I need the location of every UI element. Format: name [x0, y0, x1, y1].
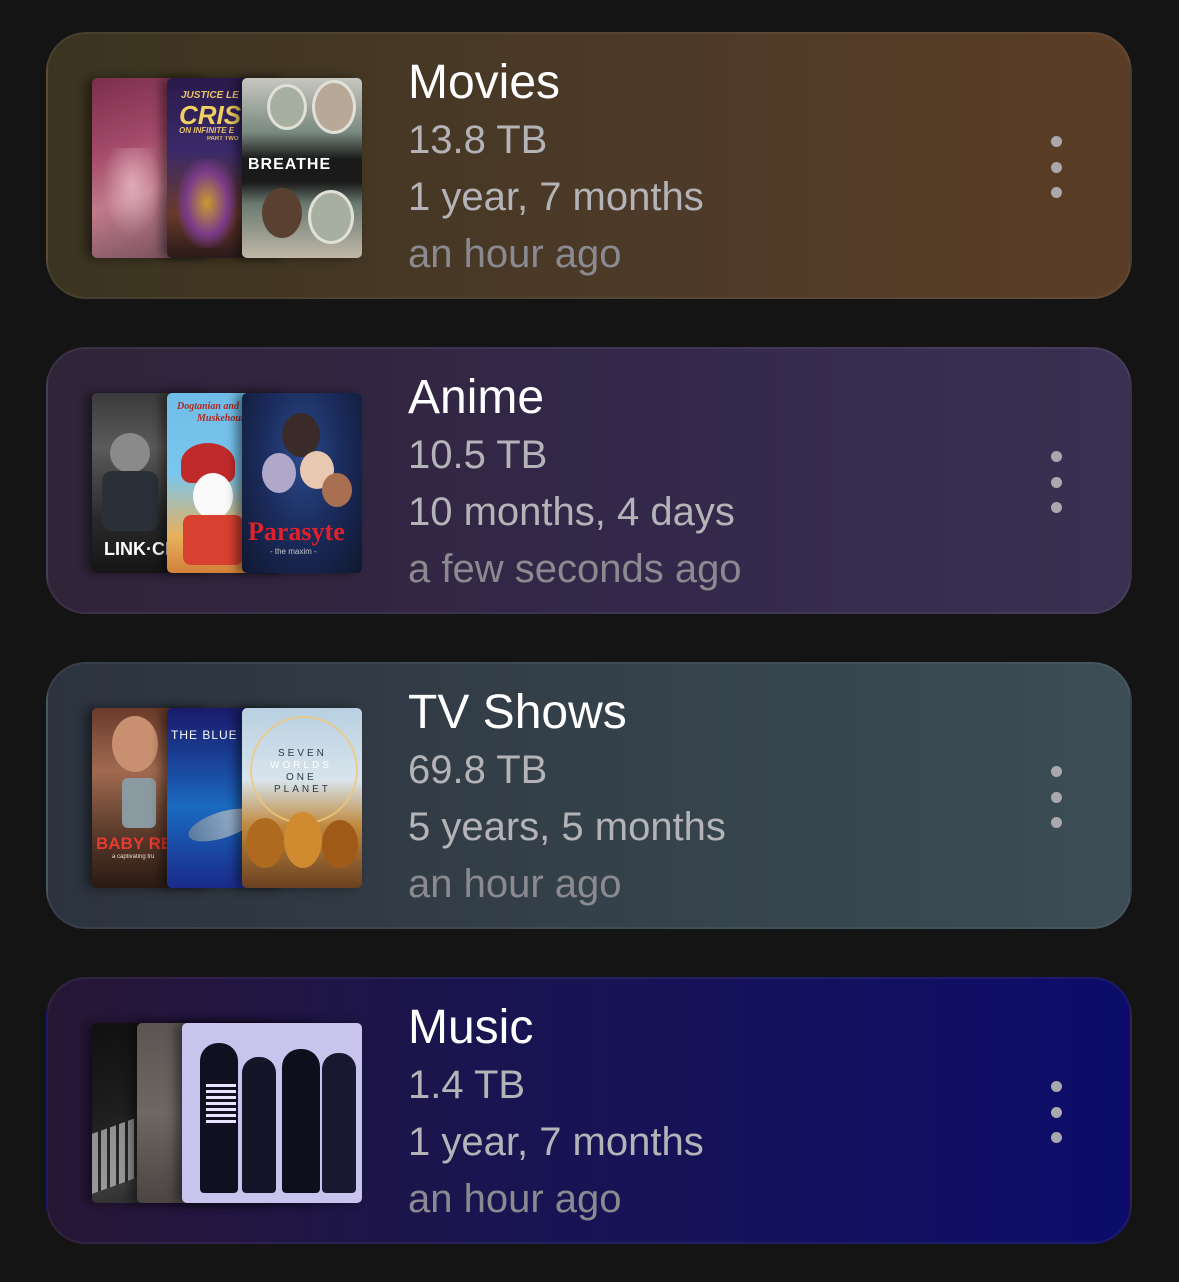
more-vertical-icon[interactable] — [1044, 136, 1068, 198]
library-card-anime[interactable]: LINK·CL Dogtanian and t Muskehoun Parasy… — [46, 347, 1132, 614]
album-art — [182, 1023, 362, 1203]
poster-text: LINK·CL — [104, 539, 176, 559]
library-updated: a few seconds ago — [408, 547, 742, 591]
poster-text: Dogtanian and t — [177, 401, 245, 412]
library-info: Movies 13.8 TB 1 year, 7 months an hour … — [408, 54, 704, 283]
library-updated: an hour ago — [408, 1177, 622, 1221]
library-size: 69.8 TB — [408, 748, 548, 792]
library-size: 10.5 TB — [408, 433, 548, 477]
library-size: 1.4 TB — [408, 1063, 526, 1107]
library-card-tv-shows[interactable]: BABY REIN a captivating tru THE BLUE P S… — [46, 662, 1132, 929]
poster-text: Muskehoun — [197, 413, 247, 424]
more-vertical-icon[interactable] — [1044, 1081, 1068, 1143]
library-info: TV Shows 69.8 TB 5 years, 5 months an ho… — [408, 684, 726, 913]
library-size: 13.8 TB — [408, 118, 548, 162]
library-duration: 1 year, 7 months — [408, 1120, 704, 1164]
poster-image: SEVEN WORLDS ONE PLANET — [242, 708, 362, 888]
poster-text: a captivating tru — [112, 854, 155, 860]
more-vertical-icon[interactable] — [1044, 766, 1068, 828]
poster-stack — [92, 1023, 362, 1203]
poster-image: Parasyte - the maxim - — [242, 393, 362, 573]
library-updated: an hour ago — [408, 232, 622, 276]
poster-text: SEVEN — [278, 748, 327, 759]
library-card-music[interactable]: Music 1.4 TB 1 year, 7 months an hour ag… — [46, 977, 1132, 1244]
poster-image: BREATHE — [242, 78, 362, 258]
poster-text: PART TWO — [207, 136, 239, 142]
library-duration: 10 months, 4 days — [408, 490, 735, 534]
poster-text: ONE — [286, 772, 317, 783]
poster-stack: LINK·CL Dogtanian and t Muskehoun Parasy… — [92, 393, 362, 573]
poster-text: PLANET — [274, 784, 331, 795]
poster-stack: JUSTICE LE CRIS ON INFINITE E PART TWO B… — [92, 78, 362, 258]
poster-text: WORLDS — [270, 760, 332, 771]
library-title: Music — [408, 1001, 534, 1054]
library-title: Movies — [408, 56, 561, 109]
poster-text: - the maxim - — [270, 547, 317, 556]
library-title: TV Shows — [408, 686, 627, 739]
library-info: Anime 10.5 TB 10 months, 4 days a few se… — [408, 369, 742, 598]
library-card-movies[interactable]: JUSTICE LE CRIS ON INFINITE E PART TWO B… — [46, 32, 1132, 299]
poster-text: Parasyte — [248, 517, 345, 546]
poster-text: THE BLUE P — [171, 728, 252, 742]
library-title: Anime — [408, 371, 545, 424]
library-duration: 5 years, 5 months — [408, 805, 726, 849]
poster-text: ON INFINITE E — [179, 126, 235, 135]
poster-text: BREATHE — [248, 156, 332, 173]
poster-stack: BABY REIN a captivating tru THE BLUE P S… — [92, 708, 362, 888]
library-updated: an hour ago — [408, 862, 622, 906]
library-info: Music 1.4 TB 1 year, 7 months an hour ag… — [408, 999, 704, 1228]
more-vertical-icon[interactable] — [1044, 451, 1068, 513]
library-duration: 1 year, 7 months — [408, 175, 704, 219]
